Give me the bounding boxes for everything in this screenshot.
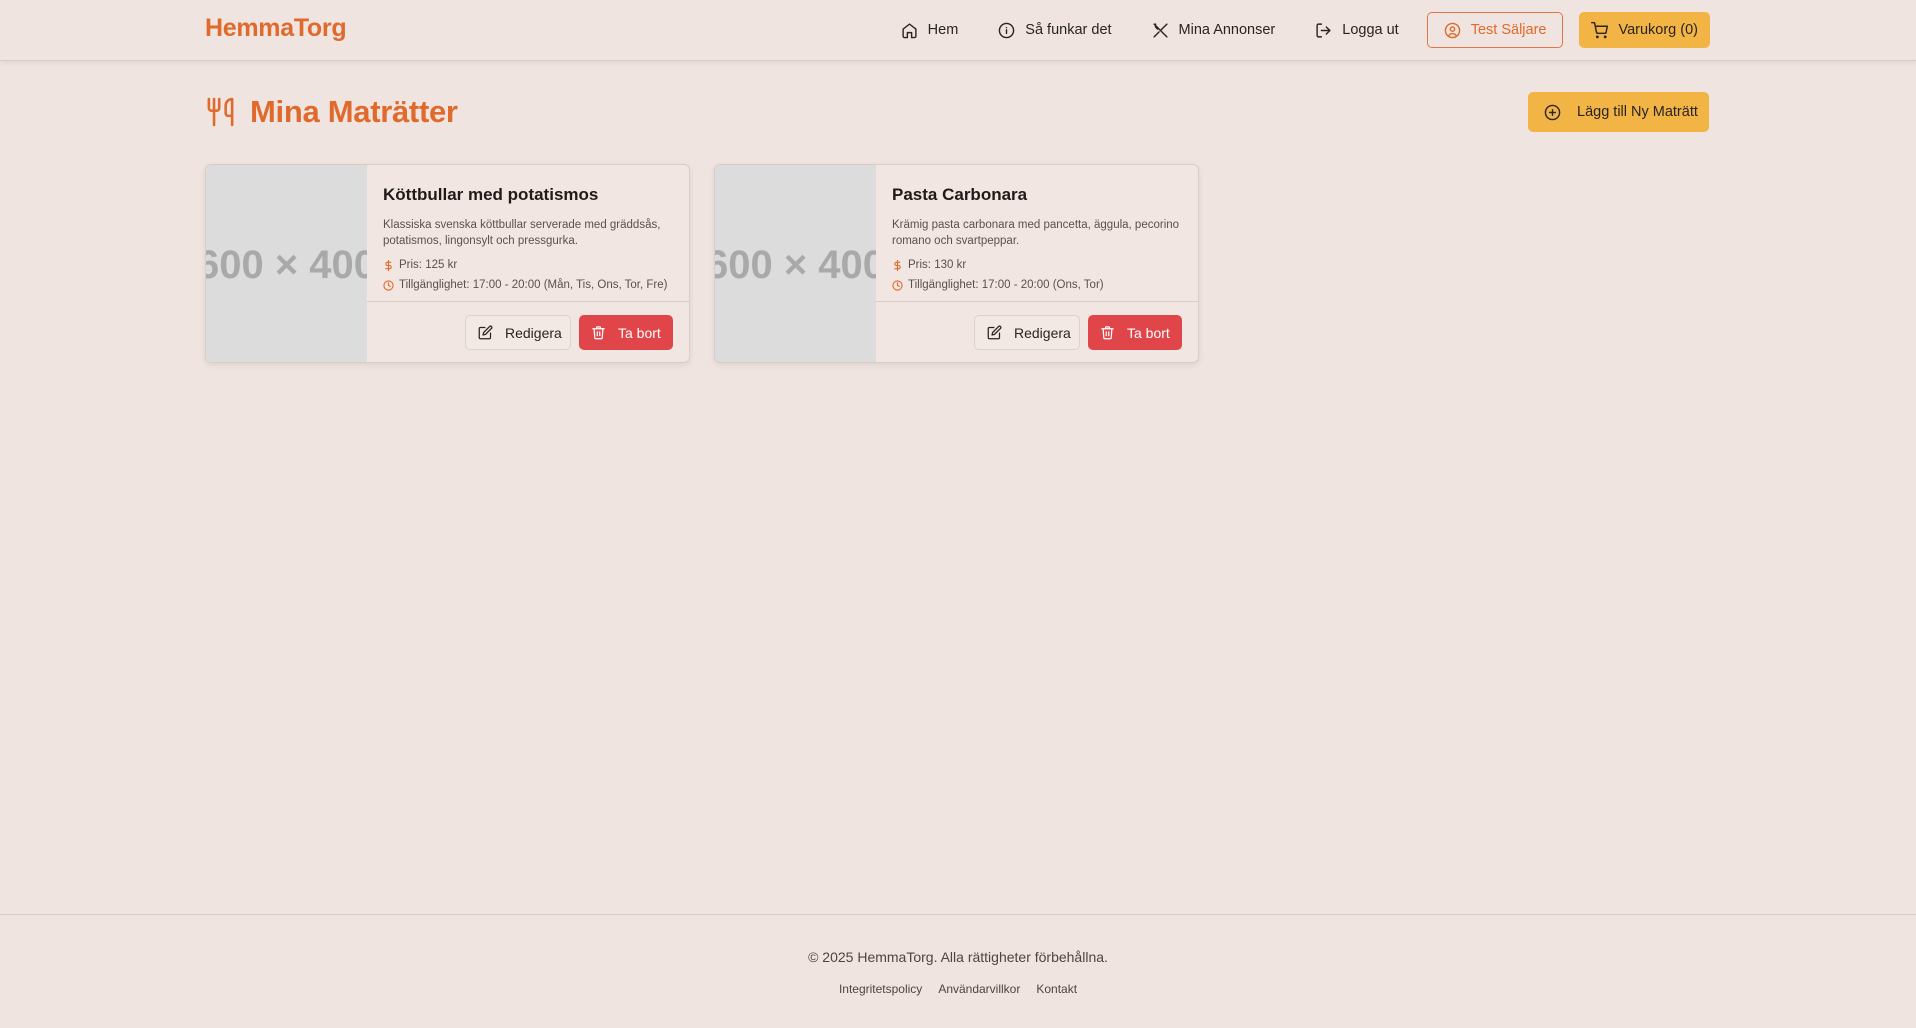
clock-icon (383, 279, 394, 291)
nav-my-listings-label: Mina Annonser (1178, 22, 1276, 38)
nav-home-label: Hem (927, 22, 959, 38)
edit-dish-label: Redigera (1014, 324, 1071, 341)
dish-name: Köttbullar med potatismos (383, 185, 599, 204)
footer-link-contact[interactable]: Kontakt (1036, 982, 1077, 996)
delete-dish-label: Ta bort (618, 324, 661, 341)
nav-how-it-works-label: Så funkar det (1025, 22, 1112, 38)
dish-image-placeholder: 600 × 400 (206, 165, 367, 362)
dish-image-placeholder: 600 × 400 (715, 165, 876, 362)
dish-availability-row: Tillgänglighet: 17:00 - 20:00 (Mån, Tis,… (383, 279, 667, 291)
delete-dish-button[interactable]: Ta bort (579, 315, 673, 350)
footer-link-terms[interactable]: Användarvillkor (938, 982, 1020, 996)
user-profile-button[interactable]: Test Säljare (1426, 12, 1564, 48)
delete-dish-button[interactable]: Ta bort (1088, 315, 1182, 350)
edit-dish-button[interactable]: Redigera (974, 315, 1080, 350)
home-icon (902, 22, 917, 38)
dish-availability-text: Tillgänglighet: 17:00 - 20:00 (Ons, Tor) (908, 279, 1104, 291)
clock-icon (892, 279, 903, 291)
dish-price-text: Pris: 130 kr (908, 259, 967, 271)
footer-link-privacy[interactable]: Integritetspolicy (839, 982, 922, 996)
dish-image-placeholder-text: 600 × 400 (715, 243, 876, 287)
cart-label: Varukorg (0) (1618, 22, 1698, 38)
dish-card: 600 × 400 Pasta Carbonara Krämig pasta c… (714, 164, 1199, 363)
edit-dish-label: Redigera (505, 324, 562, 341)
top-navbar: HemmaTorg Hem Så funkar det Mina Annonse… (0, 0, 1916, 61)
dish-availability-row: Tillgänglighet: 17:00 - 20:00 (Ons, Tor) (892, 279, 1104, 291)
trash-icon (592, 326, 605, 340)
dish-card-actions: Redigera Ta bort (876, 301, 1198, 362)
dollar-icon (894, 259, 901, 271)
nav-how-it-works[interactable]: Så funkar det (998, 12, 1112, 48)
edit-icon (478, 325, 493, 340)
plus-circle-icon (1544, 104, 1561, 120)
user-profile-label: Test Säljare (1470, 22, 1547, 38)
logo[interactable]: HemmaTorg (205, 14, 347, 43)
delete-dish-label: Ta bort (1127, 324, 1170, 341)
utensils-crossed-icon (1152, 22, 1168, 38)
dollar-icon (385, 259, 392, 271)
utensils-icon (207, 97, 234, 127)
edit-icon (987, 325, 1002, 340)
edit-dish-button[interactable]: Redigera (465, 315, 571, 350)
nav-my-listings[interactable]: Mina Annonser (1152, 12, 1276, 48)
add-dish-label: Lägg till Ny Maträtt (1577, 104, 1698, 120)
copyright-text: © 2025 HemmaTorg. Alla rättigheter förbe… (808, 949, 1108, 965)
dish-card-body: Köttbullar med potatismos Klassiska sven… (367, 165, 689, 362)
dish-price-text: Pris: 125 kr (399, 259, 458, 271)
nav-logout[interactable]: Logga ut (1315, 12, 1399, 48)
nav-home[interactable]: Hem (901, 12, 959, 48)
nav-logout-label: Logga ut (1342, 22, 1399, 38)
dish-description: Krämig pasta carbonara med pancetta, ägg… (892, 219, 1180, 247)
dish-price-row: Pris: 130 kr (892, 259, 966, 271)
add-dish-button[interactable]: Lägg till Ny Maträtt (1528, 92, 1709, 132)
main-nav: Hem Så funkar det Mina Annonser Logga ut… (861, 12, 1710, 48)
dish-availability-text: Tillgänglighet: 17:00 - 20:00 (Mån, Tis,… (399, 279, 668, 291)
dish-name: Pasta Carbonara (892, 185, 1028, 204)
dish-card: 600 × 400 Köttbullar med potatismos Klas… (205, 164, 690, 363)
dish-card-body: Pasta Carbonara Krämig pasta carbonara m… (876, 165, 1198, 362)
trash-icon (1101, 326, 1114, 340)
dish-card-actions: Redigera Ta bort (367, 301, 689, 362)
dish-price-row: Pris: 125 kr (383, 259, 457, 271)
dish-description: Klassiska svenska köttbullar serverade m… (383, 219, 661, 247)
dish-image-placeholder-text: 600 × 400 (206, 243, 367, 287)
footer-links: Integritetspolicy Användarvillkor Kontak… (0, 982, 1916, 996)
shopping-cart-icon (1591, 21, 1609, 38)
page-title-text: Mina Maträtter (250, 94, 458, 129)
page-footer: © 2025 HemmaTorg. Alla rättigheter förbe… (0, 914, 1916, 1028)
logout-icon (1316, 22, 1331, 38)
info-icon (998, 22, 1015, 38)
cart-button[interactable]: Varukorg (0) (1579, 12, 1710, 48)
page-title: Mina Maträtter (205, 94, 458, 130)
user-circle-icon (1444, 22, 1461, 38)
